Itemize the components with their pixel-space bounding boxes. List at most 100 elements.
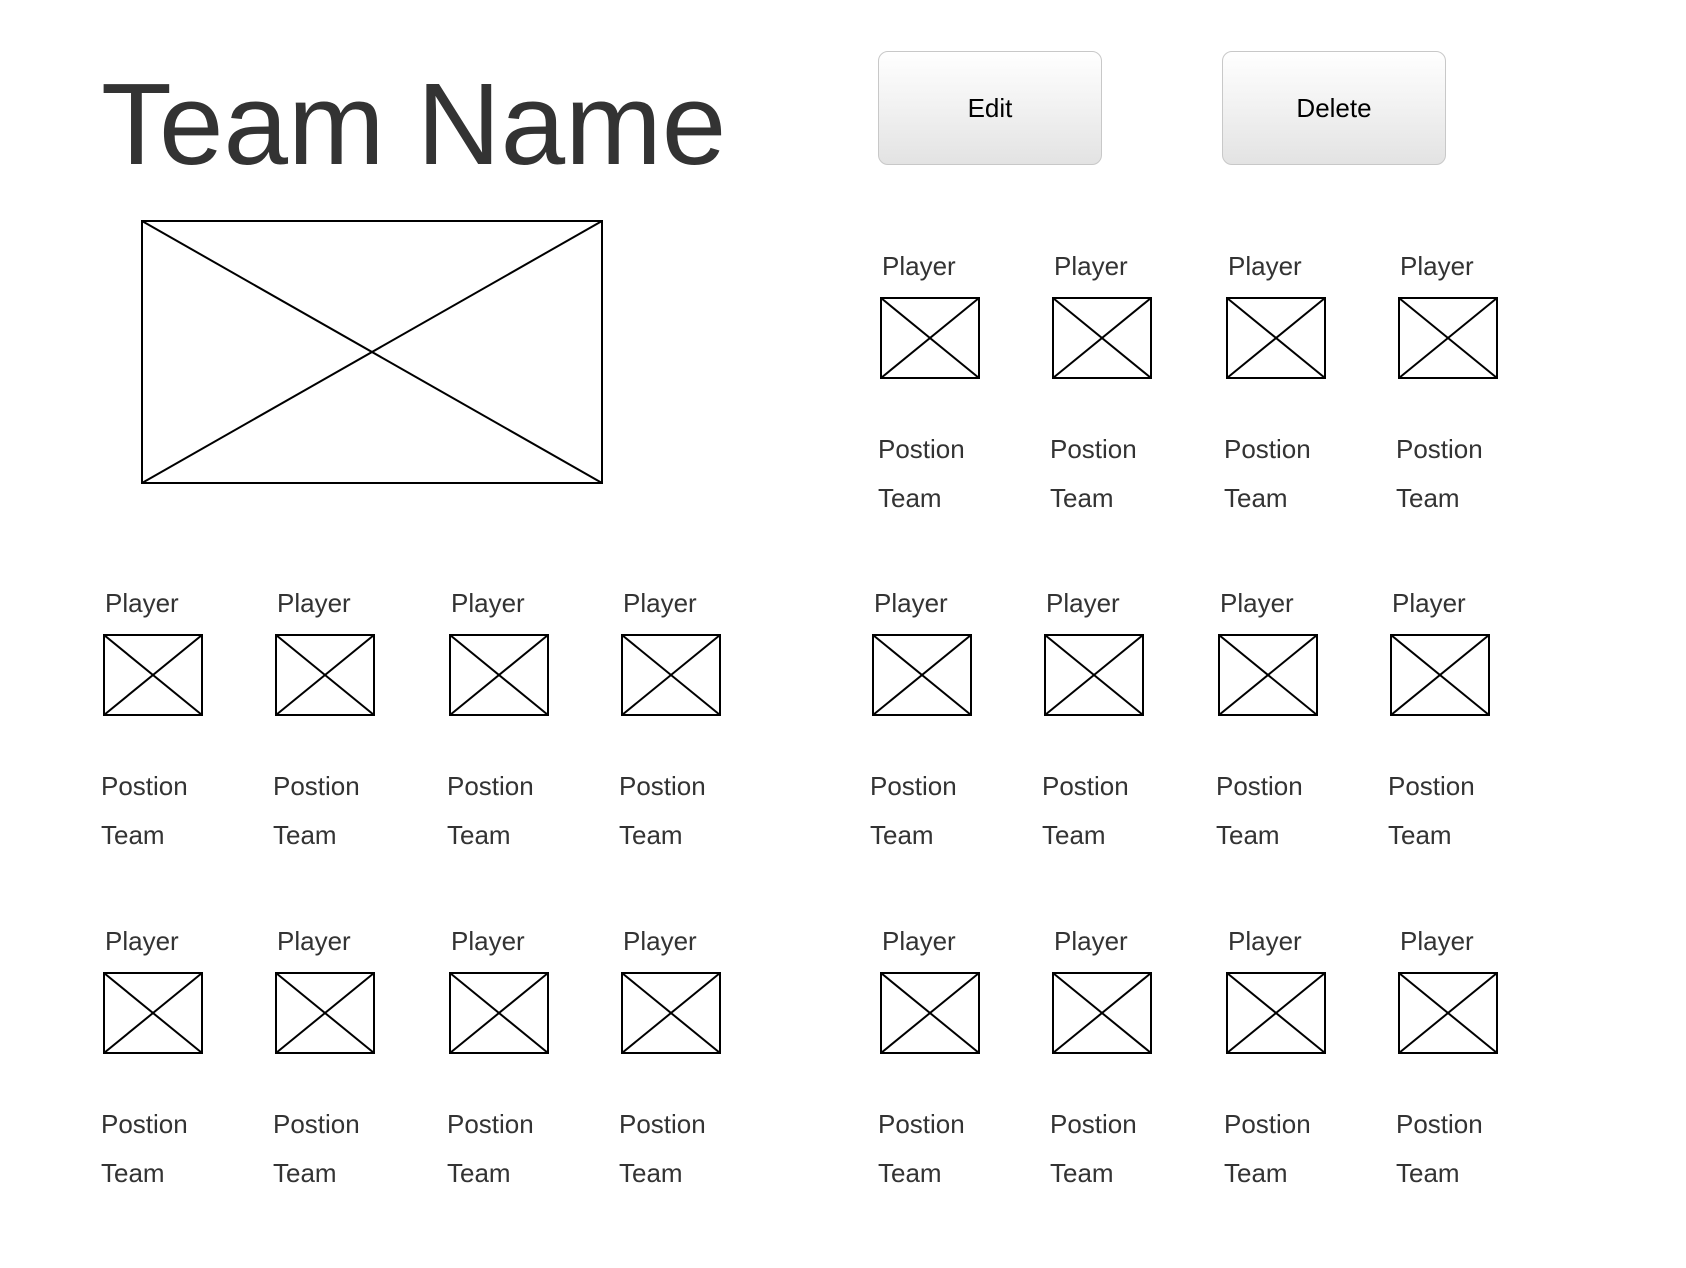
player-team: Team [273,820,337,850]
player-name: Player [1228,251,1302,281]
player-position: Postion [1396,434,1483,464]
player-team: Team [101,820,165,850]
player-team: Team [447,1158,511,1188]
player-position: Postion [1396,1109,1483,1139]
player-position: Postion [447,1109,534,1139]
player-card[interactable]: Player Postion Team [447,587,597,887]
image-placeholder-icon [449,972,549,1054]
player-team: Team [870,820,934,850]
player-name: Player [1400,251,1474,281]
player-card[interactable]: Player Postion Team [1388,587,1538,887]
player-position: Postion [101,1109,188,1139]
player-team: Team [1396,483,1460,513]
player-name: Player [451,926,525,956]
player-position: Postion [1042,771,1129,801]
player-name: Player [451,588,525,618]
image-placeholder-icon [621,972,721,1054]
image-placeholder-icon [1052,972,1152,1054]
image-placeholder-icon [872,634,972,716]
player-team: Team [1050,1158,1114,1188]
delete-button[interactable]: Delete [1222,51,1446,165]
player-name: Player [882,926,956,956]
image-placeholder-icon [1052,297,1152,379]
player-name: Player [1054,926,1128,956]
player-name: Player [1400,926,1474,956]
player-name: Player [1228,926,1302,956]
player-card[interactable]: Player Postion Team [1042,587,1192,887]
player-position: Postion [1224,1109,1311,1139]
player-position: Postion [870,771,957,801]
player-position: Postion [1050,1109,1137,1139]
player-card[interactable]: Player Postion Team [1396,250,1546,550]
player-card[interactable]: Player Postion Team [1396,925,1546,1225]
player-name: Player [623,926,697,956]
player-team: Team [273,1158,337,1188]
player-name: Player [277,926,351,956]
player-position: Postion [1224,434,1311,464]
image-placeholder-icon [1044,634,1144,716]
image-placeholder-icon [141,220,603,484]
player-card[interactable]: Player Postion Team [447,925,597,1225]
player-team: Team [1050,483,1114,513]
player-card[interactable]: Player Postion Team [101,587,251,887]
edit-button[interactable]: Edit [878,51,1102,165]
player-name: Player [105,926,179,956]
player-name: Player [1054,251,1128,281]
player-position: Postion [1388,771,1475,801]
player-team: Team [1042,820,1106,850]
player-card[interactable]: Player Postion Team [1050,250,1200,550]
player-position: Postion [273,1109,360,1139]
player-team: Team [878,1158,942,1188]
image-placeholder-icon [275,972,375,1054]
player-position: Postion [1216,771,1303,801]
player-name: Player [1046,588,1120,618]
player-card[interactable]: Player Postion Team [273,587,423,887]
player-team: Team [1216,820,1280,850]
player-position: Postion [273,771,360,801]
player-card[interactable]: Player Postion Team [870,587,1020,887]
player-card[interactable]: Player Postion Team [273,925,423,1225]
player-position: Postion [878,1109,965,1139]
player-position: Postion [101,771,188,801]
player-position: Postion [878,434,965,464]
player-card[interactable]: Player Postion Team [1224,250,1374,550]
player-name: Player [882,251,956,281]
player-card[interactable]: Player Postion Team [101,925,251,1225]
image-placeholder-icon [103,972,203,1054]
player-team: Team [619,1158,683,1188]
player-position: Postion [447,771,534,801]
image-placeholder-icon [880,972,980,1054]
player-name: Player [1220,588,1294,618]
player-name: Player [874,588,948,618]
player-position: Postion [619,771,706,801]
team-name-title: Team Name [101,59,727,189]
image-placeholder-icon [1390,634,1490,716]
player-card[interactable]: Player Postion Team [619,587,769,887]
player-card[interactable]: Player Postion Team [1216,587,1366,887]
player-name: Player [105,588,179,618]
player-card[interactable]: Player Postion Team [878,250,1028,550]
image-placeholder-icon [621,634,721,716]
player-card[interactable]: Player Postion Team [1050,925,1200,1225]
player-card[interactable]: Player Postion Team [1224,925,1374,1225]
player-name: Player [1392,588,1466,618]
player-position: Postion [619,1109,706,1139]
image-placeholder-icon [1218,634,1318,716]
player-team: Team [878,483,942,513]
image-placeholder-icon [1398,297,1498,379]
image-placeholder-icon [275,634,375,716]
player-card[interactable]: Player Postion Team [619,925,769,1225]
player-team: Team [1396,1158,1460,1188]
image-placeholder-icon [1226,297,1326,379]
player-team: Team [619,820,683,850]
player-team: Team [447,820,511,850]
image-placeholder-icon [449,634,549,716]
player-card[interactable]: Player Postion Team [878,925,1028,1225]
player-team: Team [1388,820,1452,850]
image-placeholder-icon [880,297,980,379]
image-placeholder-icon [1226,972,1326,1054]
player-team: Team [101,1158,165,1188]
image-placeholder-icon [103,634,203,716]
image-placeholder-icon [1398,972,1498,1054]
player-name: Player [277,588,351,618]
